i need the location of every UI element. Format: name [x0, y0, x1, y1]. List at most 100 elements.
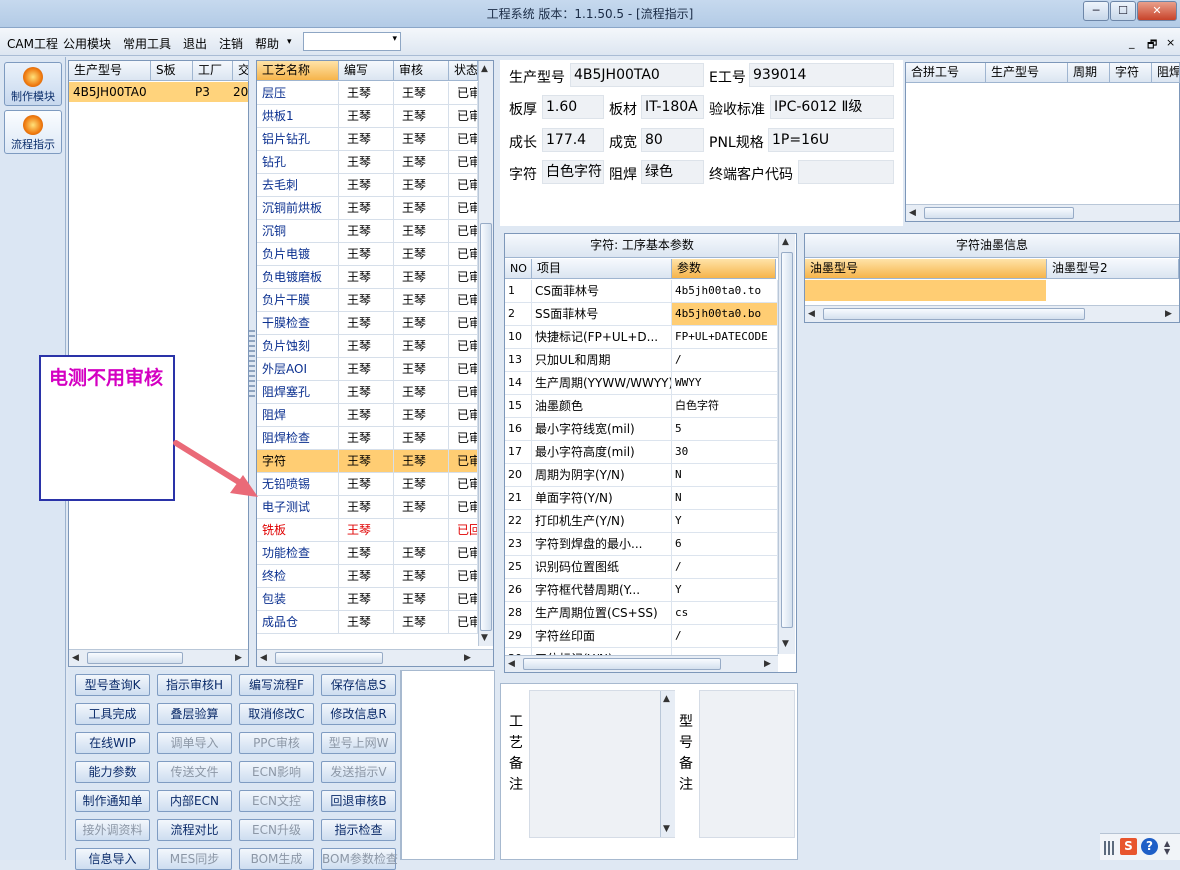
col-header-no[interactable]: NO: [505, 259, 532, 279]
scroll-up-icon[interactable]: ▲: [663, 694, 670, 704]
table-row[interactable]: 去毛刺王琴王琴已审: [257, 174, 478, 197]
menu-combo[interactable]: ▾: [303, 32, 401, 51]
table-row[interactable]: 终检王琴王琴已审: [257, 565, 478, 588]
splitter-grip[interactable]: [249, 330, 255, 400]
action-button[interactable]: 内部ECN: [157, 790, 232, 812]
eno-field[interactable]: 939014: [749, 63, 894, 87]
col-header-model[interactable]: 生产型号: [69, 61, 151, 81]
menu-tools[interactable]: 常用工具: [123, 35, 171, 52]
table-row[interactable]: 14 生产周期(YYWW/WWYY) WWYY: [505, 372, 778, 395]
scroll-left-icon[interactable]: ◀: [909, 208, 916, 218]
table-row[interactable]: 烘板1王琴王琴已审: [257, 105, 478, 128]
action-button[interactable]: 能力参数: [75, 761, 150, 783]
mdi-close-button[interactable]: ×: [1166, 36, 1175, 49]
table-row[interactable]: 字符王琴王琴已审: [257, 450, 478, 473]
params-vscroll[interactable]: ▲ ▼: [778, 234, 795, 654]
remark-vscroll[interactable]: ▲ ▼: [660, 691, 675, 837]
col-header-merge-period[interactable]: 周期: [1068, 63, 1110, 83]
scroll-left-icon[interactable]: ◀: [808, 309, 815, 319]
action-button[interactable]: 修改信息R: [321, 703, 396, 725]
scroll-down-icon[interactable]: ▼: [663, 824, 670, 834]
table-row[interactable]: 15 油墨颜色 白色字符: [505, 395, 778, 418]
action-button[interactable]: 指示审核H: [157, 674, 232, 696]
table-row[interactable]: 电子测试王琴王琴已审: [257, 496, 478, 519]
table-row[interactable]: 负片蚀刻王琴王琴已审: [257, 335, 478, 358]
table-row[interactable]: 25 识别码位置图纸 /: [505, 556, 778, 579]
col-header-merge-no[interactable]: 合拼工号: [906, 63, 986, 83]
scroll-left-icon[interactable]: ◀: [260, 653, 267, 663]
width-field[interactable]: 80: [641, 128, 704, 152]
scroll-left-icon[interactable]: ◀: [508, 659, 515, 669]
action-button[interactable]: 工具完成: [75, 703, 150, 725]
mdi-restore-button[interactable]: 🗗: [1147, 36, 1157, 55]
flow-guide-button[interactable]: 流程指示: [4, 110, 62, 154]
close-button[interactable]: ✕: [1137, 1, 1177, 21]
table-row[interactable]: 阻焊王琴王琴已审: [257, 404, 478, 427]
action-button[interactable]: MES同步: [157, 848, 232, 870]
table-row[interactable]: 22 打印机生产(Y/N) Y: [505, 510, 778, 533]
table-row[interactable]: 沉铜王琴王琴已审: [257, 220, 478, 243]
table-row[interactable]: [805, 280, 1046, 301]
customer-code-field[interactable]: [798, 160, 894, 184]
params-hscroll[interactable]: ◀ ▶: [505, 655, 778, 672]
col-header-process-name[interactable]: 工艺名称: [257, 61, 339, 81]
action-button[interactable]: 发送指示V: [321, 761, 396, 783]
make-module-button[interactable]: 制作模块: [4, 62, 62, 106]
action-button[interactable]: 保存信息S: [321, 674, 396, 696]
table-row[interactable]: 成品仓王琴王琴已审: [257, 611, 478, 634]
col-header-factory[interactable]: 工厂: [193, 61, 233, 81]
action-button[interactable]: 在线WIP: [75, 732, 150, 754]
table-row[interactable]: 23 字符到焊盘的最小... 6: [505, 533, 778, 556]
menu-cam[interactable]: CAM工程: [7, 35, 58, 52]
sogou-icon[interactable]: S: [1120, 838, 1137, 855]
scroll-thumb[interactable]: [924, 207, 1074, 219]
col-header-merge-mask[interactable]: 阻焊: [1152, 63, 1180, 83]
table-row[interactable]: 铝片钻孔王琴王琴已审: [257, 128, 478, 151]
action-button[interactable]: 制作通知单: [75, 790, 150, 812]
merge-hscroll[interactable]: ◀: [906, 204, 1179, 221]
table-row[interactable]: 负电镀磨板王琴王琴已审: [257, 266, 478, 289]
action-button[interactable]: 型号上网W: [321, 732, 396, 754]
action-button[interactable]: 流程对比: [157, 819, 232, 841]
table-row[interactable]: 钻孔王琴王琴已审: [257, 151, 478, 174]
table-row[interactable]: 29 字符丝印面 /: [505, 625, 778, 648]
col-header-param[interactable]: 参数: [672, 259, 776, 279]
model-field[interactable]: 4B5JH00TA0: [570, 63, 704, 87]
process-hscroll[interactable]: ◀ ▶: [257, 649, 493, 666]
col-header-ink-model2[interactable]: 油墨型号2: [1047, 259, 1179, 279]
table-row[interactable]: 17 最小字符高度(mil) 30: [505, 441, 778, 464]
action-button[interactable]: 回退审核B: [321, 790, 396, 812]
scroll-right-icon[interactable]: ▶: [464, 653, 471, 663]
menu-exit[interactable]: 退出: [183, 35, 207, 52]
scroll-up-icon[interactable]: ▲: [782, 237, 789, 247]
scroll-thumb[interactable]: [275, 652, 383, 664]
action-button[interactable]: BOM参数检查: [321, 848, 398, 870]
standard-field[interactable]: IPC-6012 Ⅱ级: [770, 95, 894, 119]
model-remark-field[interactable]: [699, 690, 795, 838]
action-button[interactable]: 取消修改C: [239, 703, 314, 725]
scroll-left-icon[interactable]: ◀: [72, 653, 79, 663]
table-row[interactable]: 13 只加UL和周期 /: [505, 349, 778, 372]
tray-arrows[interactable]: ▲ ▼: [1164, 840, 1170, 856]
action-button[interactable]: ECN影响: [239, 761, 314, 783]
action-button[interactable]: 叠层验算: [157, 703, 232, 725]
table-row[interactable]: 干膜检查王琴王琴已审: [257, 312, 478, 335]
table-row[interactable]: 阻焊检查王琴王琴已审: [257, 427, 478, 450]
col-header-delivery[interactable]: 交: [233, 61, 249, 81]
length-field[interactable]: 177.4: [542, 128, 604, 152]
action-button[interactable]: 型号查询K: [75, 674, 150, 696]
action-button[interactable]: 编写流程F: [239, 674, 314, 696]
table-row[interactable]: 26 字符框代替周期(Y... Y: [505, 579, 778, 602]
scroll-thumb[interactable]: [823, 308, 1085, 320]
table-row[interactable]: 包装王琴王琴已审: [257, 588, 478, 611]
col-header-status[interactable]: 状态: [449, 61, 478, 81]
char-field[interactable]: 白色字符: [542, 160, 604, 184]
ink-hscroll[interactable]: ◀ ▶: [805, 305, 1179, 322]
table-row[interactable]: 28 生产周期位置(CS+SS) cs: [505, 602, 778, 625]
scroll-thumb[interactable]: [87, 652, 183, 664]
scroll-thumb[interactable]: [480, 223, 492, 631]
action-button[interactable]: ECN文控: [239, 790, 314, 812]
material-field[interactable]: IT-180A: [641, 95, 704, 119]
table-row[interactable]: 铣板王琴 已回: [257, 519, 478, 542]
table-row[interactable]: 2 SS面菲林号 4b5jh00ta0.bo: [505, 303, 778, 326]
